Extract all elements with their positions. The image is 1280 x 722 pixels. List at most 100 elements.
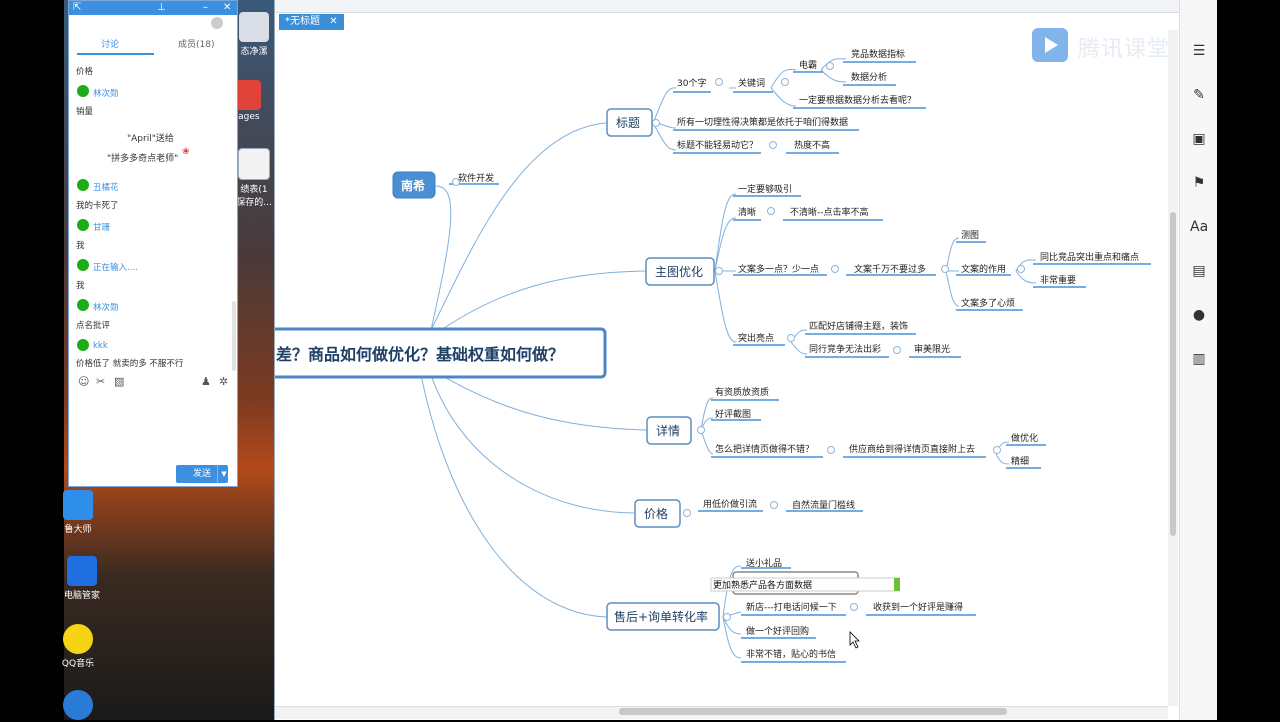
subtopic[interactable]: 做优化 bbox=[1011, 432, 1038, 444]
message-sender[interactable]: 丑橘花 bbox=[93, 181, 119, 193]
flag-icon[interactable]: ⚑ bbox=[1190, 174, 1208, 192]
subtopic[interactable]: 新店---打电话问候一下 bbox=[746, 601, 837, 613]
subtopic[interactable]: 文案多了心烦 bbox=[961, 297, 1015, 309]
subtopic[interactable]: 关键词 bbox=[738, 77, 765, 89]
close-icon[interactable]: ✕ bbox=[329, 16, 337, 27]
message-text: 销量 bbox=[76, 107, 94, 117]
tab-document[interactable]: *无标题 ✕ bbox=[279, 14, 344, 30]
task-icon[interactable]: ▥ bbox=[1190, 350, 1208, 368]
topic-after-sales[interactable]: 售后+询单转化率 bbox=[606, 602, 720, 631]
mindmap-canvas[interactable]: 差？商品如何做优化？基础权重如何做？ 南希 软件开发 标题 30个字 关键词 电… bbox=[263, 30, 1180, 710]
wechat-icon bbox=[77, 85, 89, 97]
topic-edit-field[interactable]: 更加熟悉产品各方面数据 bbox=[710, 571, 900, 595]
topic-price[interactable]: 价格 bbox=[634, 499, 681, 528]
wechat-icon bbox=[77, 339, 89, 351]
note-icon[interactable]: ▤ bbox=[1190, 262, 1208, 280]
subtopic[interactable]: 怎么把详情页做得不错？ bbox=[715, 443, 814, 455]
subtopic[interactable]: 做一个好评回购 bbox=[746, 625, 809, 637]
subtopic[interactable]: 30个字 bbox=[677, 77, 706, 89]
close-icon[interactable]: ✕ bbox=[223, 1, 231, 15]
subtopic[interactable]: 突出亮点 bbox=[738, 332, 774, 344]
subtopic[interactable]: 电霸 bbox=[799, 59, 817, 71]
subtopic[interactable]: 非常重要 bbox=[1040, 274, 1076, 286]
subtopic[interactable]: 测图 bbox=[961, 230, 979, 241]
subtopic[interactable]: 匹配好店铺得主题，装饰 bbox=[809, 320, 908, 332]
subtopic[interactable]: 一定要根据数据分析去看呢？ bbox=[799, 94, 916, 106]
brush-icon[interactable]: ✎ bbox=[1190, 86, 1208, 104]
desktop-icon[interactable]: 鲁大师 bbox=[48, 490, 108, 535]
members-icon[interactable]: ♟ bbox=[201, 375, 211, 388]
image-icon[interactable]: ▧ bbox=[114, 375, 124, 388]
scissors-icon[interactable]: ✂ bbox=[96, 375, 105, 388]
emoji-icon[interactable]: ☺ bbox=[78, 375, 89, 388]
subtopic[interactable]: 不清晰--点击率不高 bbox=[790, 206, 869, 218]
message-sender[interactable]: 林次勋 bbox=[93, 87, 119, 99]
subtopic[interactable]: 标题不能轻易动它？ bbox=[677, 139, 758, 151]
gear-icon[interactable]: ✲ bbox=[219, 375, 228, 388]
right-sidebar: ☰ ✎ ▣ ⚑ Aa ▤ ● ▥ bbox=[1179, 0, 1217, 720]
chat-scrollbar[interactable] bbox=[232, 301, 236, 371]
subtopic[interactable]: 竞品数据指标 bbox=[851, 48, 905, 60]
letterbox-right bbox=[1216, 0, 1280, 720]
image-icon[interactable]: ▣ bbox=[1190, 130, 1208, 148]
vertical-scroll-thumb[interactable] bbox=[1170, 212, 1176, 536]
subtopic[interactable]: 好评截图 bbox=[715, 408, 751, 420]
subtopic[interactable]: 自然流量门槛线 bbox=[792, 499, 855, 511]
music-icon bbox=[63, 624, 93, 654]
outline-icon[interactable]: ☰ bbox=[1190, 42, 1208, 60]
tab-underline bbox=[77, 53, 154, 55]
message-text: 我的卡死了 bbox=[76, 201, 119, 211]
spreadsheet-icon bbox=[238, 148, 270, 180]
share-icon[interactable]: ⇱ bbox=[73, 1, 81, 15]
desktop-icon-label: 鲁大师 bbox=[64, 525, 92, 535]
subtopic[interactable]: 收获到一个好评是赚得 bbox=[873, 601, 963, 613]
subtopic[interactable]: 文案多一点？少一点 bbox=[738, 263, 819, 275]
horizontal-scroll-thumb[interactable] bbox=[619, 708, 1007, 715]
chevron-down-icon[interactable]: ▼ bbox=[217, 465, 230, 483]
editor-toolbar bbox=[275, 0, 1180, 13]
comment-icon[interactable]: ● bbox=[1190, 306, 1208, 324]
subtopic[interactable]: 热度不高 bbox=[794, 139, 830, 151]
wechat-icon bbox=[77, 219, 89, 231]
subtopic[interactable]: 审美限光 bbox=[914, 343, 950, 355]
topic-nanxi[interactable]: 南希 bbox=[392, 171, 436, 199]
topic-main-image[interactable]: 主图优化 bbox=[645, 257, 715, 286]
desktop-icon[interactable]: QQ音乐 bbox=[48, 624, 108, 669]
edit-field-text: 更加熟悉产品各方面数据 bbox=[713, 579, 812, 591]
desktop-icon[interactable]: 电脑管家 bbox=[52, 556, 112, 601]
app-icon bbox=[239, 12, 269, 42]
subtopic[interactable]: 文案千万不要过多 bbox=[854, 263, 926, 275]
topic-text: 主图优化 bbox=[655, 265, 703, 279]
subtopic[interactable]: 用低价做引流 bbox=[703, 498, 757, 510]
subtopic[interactable]: 非常不错，贴心的书信 bbox=[746, 648, 836, 660]
message-sender[interactable]: kkk bbox=[93, 341, 108, 351]
subtopic[interactable]: 送小礼品 bbox=[746, 557, 782, 569]
subtopic[interactable]: 同比竞品突出重点和痛点 bbox=[1040, 251, 1139, 263]
central-topic[interactable]: 差？商品如何做优化？基础权重如何做？ bbox=[263, 327, 607, 379]
subtopic[interactable]: 同行竞争无法出彩 bbox=[809, 343, 881, 355]
message-sender[interactable]: 甘珊 bbox=[93, 221, 110, 233]
topic-title[interactable]: 标题 bbox=[606, 108, 653, 137]
subtopic[interactable]: 文案的作用 bbox=[961, 263, 1006, 275]
message-sender[interactable]: 正在输入.... bbox=[93, 261, 138, 273]
letterbox-left bbox=[0, 0, 64, 720]
settings-icon[interactable] bbox=[211, 17, 223, 29]
tab-members[interactable]: 成员(18) bbox=[178, 37, 214, 50]
message-sender[interactable]: 林次勋 bbox=[93, 301, 119, 313]
subtopic[interactable]: 有资质放资质 bbox=[715, 386, 769, 398]
subtopic[interactable]: 清晰 bbox=[738, 206, 756, 218]
message-text: 价格 bbox=[76, 67, 94, 77]
subtopic[interactable]: 供应商给到得详情页直接附上去 bbox=[849, 443, 975, 455]
tab-discussion[interactable]: 讨论 bbox=[101, 37, 119, 50]
mindmap-editor: *无标题 ✕ 差？商品如何做优化？基础权重如何做？ 南希 软件开发 标题 30个… bbox=[263, 0, 1180, 720]
subtopic[interactable]: 数据分析 bbox=[851, 71, 887, 83]
text-style-icon[interactable]: Aa bbox=[1190, 218, 1208, 236]
subtopic[interactable]: 精细 bbox=[1011, 455, 1029, 467]
subtopic[interactable]: 软件开发 bbox=[458, 172, 494, 184]
subtopic[interactable]: 一定要够吸引 bbox=[738, 183, 792, 195]
desktop-icon[interactable] bbox=[48, 690, 108, 722]
topic-detail[interactable]: 详情 bbox=[646, 416, 692, 445]
pin-icon[interactable]: ⊥ bbox=[157, 1, 166, 15]
minimize-icon[interactable]: – bbox=[203, 1, 208, 15]
subtopic[interactable]: 所有一切理性得决策都是依托于咱们得数据 bbox=[677, 116, 848, 128]
